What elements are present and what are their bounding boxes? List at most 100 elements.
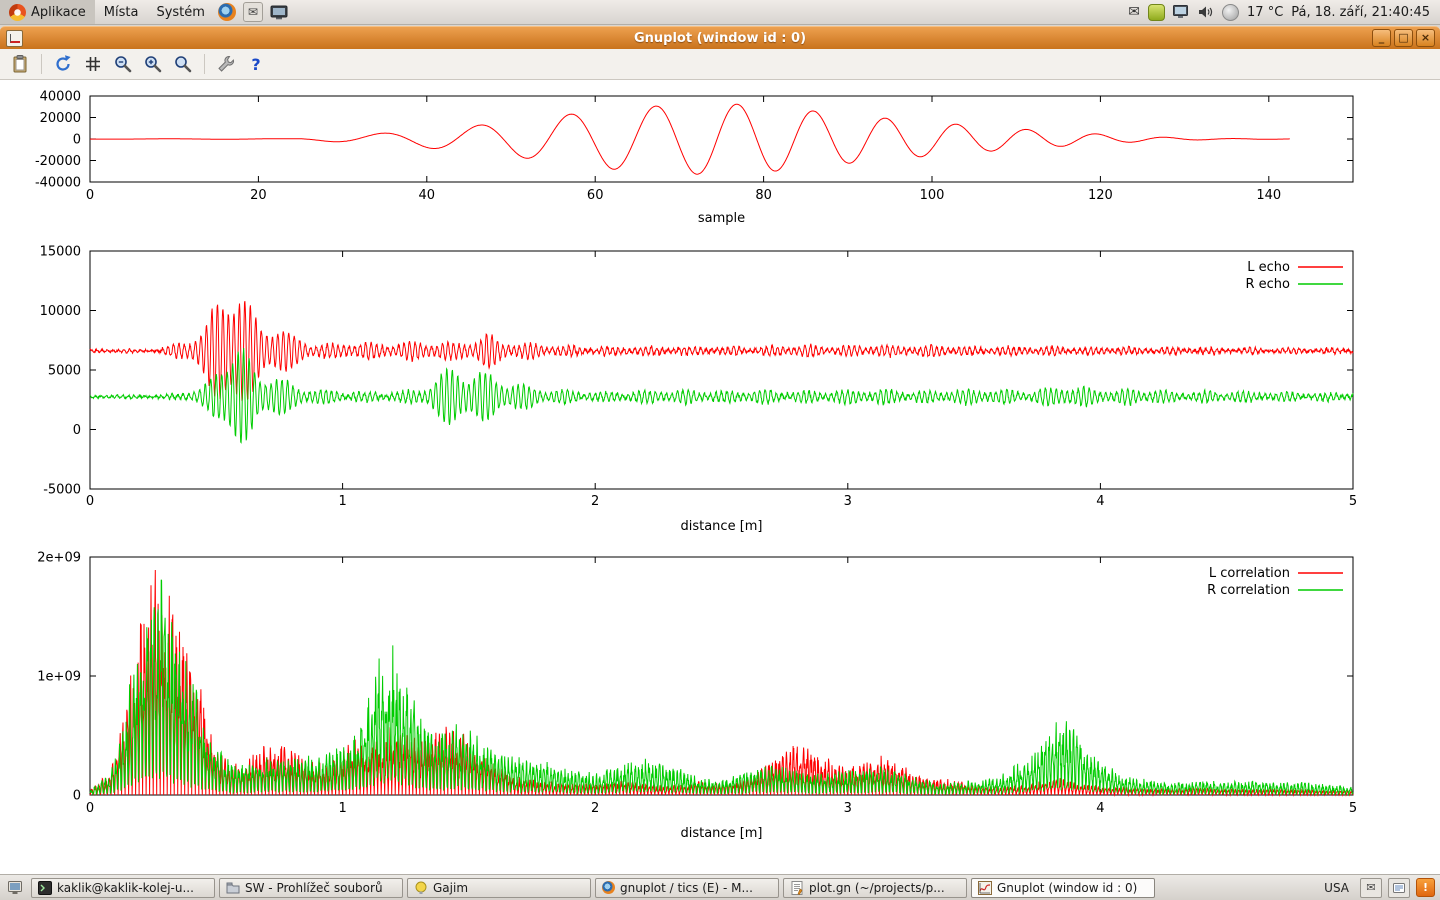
menu-system[interactable]: Systém xyxy=(147,0,213,24)
zoom-previous-button[interactable] xyxy=(109,51,137,77)
toggle-grid-button[interactable] xyxy=(79,51,107,77)
svg-text:0: 0 xyxy=(73,423,81,438)
display-icon[interactable] xyxy=(1173,5,1190,19)
screenshot-launcher[interactable] xyxy=(266,0,292,24)
svg-text:60: 60 xyxy=(587,188,604,203)
svg-text:15000: 15000 xyxy=(40,245,81,260)
toolbar-separator xyxy=(204,54,205,74)
menu-applications-label: Aplikace xyxy=(31,5,86,20)
copy-to-clipboard-button[interactable] xyxy=(6,51,34,77)
top-panel: Aplikace Místa Systém ✉ ✉ xyxy=(0,0,1440,25)
replot-button[interactable] xyxy=(49,51,77,77)
svg-text:100: 100 xyxy=(920,188,945,203)
clock[interactable]: Pá, 18. září, 21:40:45 xyxy=(1291,5,1430,20)
grid-icon xyxy=(84,55,102,73)
svg-text:0: 0 xyxy=(86,188,94,203)
svg-text:R echo: R echo xyxy=(1245,277,1290,292)
firefox-launcher[interactable] xyxy=(214,0,240,24)
svg-text:0: 0 xyxy=(73,789,81,804)
show-desktop-button[interactable] xyxy=(5,878,27,898)
chart-correlation[interactable]: 01234501e+092e+09distance [m]L correlati… xyxy=(0,549,1440,849)
svg-text:-40000: -40000 xyxy=(35,176,81,191)
terminal-icon xyxy=(38,881,52,895)
weather-icon[interactable] xyxy=(1222,4,1239,21)
window-title: Gnuplot (window id : 0) xyxy=(0,31,1440,46)
gnuplot-icon xyxy=(978,881,992,895)
svg-text:sample: sample xyxy=(698,211,745,226)
mail-icon[interactable]: ✉ xyxy=(1360,878,1382,898)
svg-text:4: 4 xyxy=(1096,801,1104,816)
taskbar-button-label: kaklik@kaklik-kolej-u... xyxy=(57,881,194,895)
taskbar-button-gnuplot[interactable]: Gnuplot (window id : 0) xyxy=(971,878,1155,898)
screenshot-tool-icon xyxy=(270,5,288,20)
zoom-next-button[interactable] xyxy=(139,51,167,77)
svg-text:L correlation: L correlation xyxy=(1209,566,1290,581)
text-editor-icon xyxy=(790,881,804,895)
menu-applications[interactable]: Aplikace xyxy=(0,0,95,24)
gajim-icon xyxy=(414,881,428,895)
help-icon: ? xyxy=(251,55,260,74)
copy-icon xyxy=(10,54,30,74)
taskbar-button-editor[interactable]: plot.gn (~/projects/p... xyxy=(783,878,967,898)
svg-text:distance [m]: distance [m] xyxy=(680,826,762,841)
svg-text:1: 1 xyxy=(338,494,346,509)
svg-text:2: 2 xyxy=(591,801,599,816)
svg-text:4: 4 xyxy=(1096,494,1104,509)
mail-icon[interactable]: ✉ xyxy=(1128,4,1140,20)
svg-text:1: 1 xyxy=(338,801,346,816)
taskbar-button-label: gnuplot / tics (E) - M... xyxy=(620,881,753,895)
taskbar-button-label: SW - Prohlížeč souborů xyxy=(245,881,383,895)
help-button[interactable]: ? xyxy=(242,51,270,77)
svg-text:0: 0 xyxy=(86,801,94,816)
configure-button[interactable] xyxy=(212,51,240,77)
svg-text:-20000: -20000 xyxy=(35,154,81,169)
maximize-button[interactable]: □ xyxy=(1394,29,1413,47)
keyboard-layout-indicator[interactable]: USA xyxy=(1319,880,1354,896)
mail-launcher[interactable]: ✉ xyxy=(240,0,266,24)
svg-text:distance [m]: distance [m] xyxy=(680,519,762,534)
svg-text:40000: 40000 xyxy=(40,90,81,105)
svg-text:10000: 10000 xyxy=(40,304,81,319)
chart-sample-waveform[interactable]: 020406080100120140-40000-200000200004000… xyxy=(0,88,1440,238)
taskbar-button-firefox[interactable]: gnuplot / tics (E) - M... xyxy=(595,878,779,898)
svg-text:80: 80 xyxy=(755,188,772,203)
menu-places[interactable]: Místa xyxy=(95,0,148,24)
taskbar-button-gajim[interactable]: Gajim xyxy=(407,878,591,898)
menu-system-label: Systém xyxy=(156,5,204,20)
svg-text:5000: 5000 xyxy=(48,364,81,379)
wrench-icon xyxy=(216,54,236,74)
input-method-glyph xyxy=(1393,883,1405,893)
gnuplot-window-titlebar[interactable]: Gnuplot (window id : 0) _ □ × xyxy=(0,26,1440,50)
desktop: Aplikace Místa Systém ✉ ✉ xyxy=(0,0,1440,900)
chart-echo[interactable]: 012345-5000050001000015000distance [m]L … xyxy=(0,243,1440,543)
svg-text:40: 40 xyxy=(419,188,436,203)
svg-text:3: 3 xyxy=(844,494,852,509)
taskbar-button-file-manager[interactable]: SW - Prohlížeč souborů xyxy=(219,878,403,898)
menu-places-label: Místa xyxy=(104,5,139,20)
svg-text:120: 120 xyxy=(1088,188,1113,203)
firefox-icon xyxy=(218,3,236,21)
taskbar-button-terminal[interactable]: kaklik@kaklik-kolej-u... xyxy=(31,878,215,898)
svg-text:0: 0 xyxy=(73,133,81,148)
update-icon[interactable] xyxy=(1148,4,1165,21)
input-method-icon[interactable] xyxy=(1388,878,1410,898)
temperature-readout[interactable]: 17 °C xyxy=(1247,5,1283,20)
replot-icon xyxy=(53,54,73,74)
toolbar-separator xyxy=(41,54,42,74)
minimize-button[interactable]: _ xyxy=(1372,29,1391,47)
close-button[interactable]: × xyxy=(1416,29,1435,47)
svg-text:5: 5 xyxy=(1349,801,1357,816)
svg-text:2e+09: 2e+09 xyxy=(37,551,81,566)
volume-icon[interactable] xyxy=(1198,5,1214,19)
autoscale-button[interactable] xyxy=(169,51,197,77)
zoom-previous-icon xyxy=(113,54,133,74)
svg-text:20000: 20000 xyxy=(40,111,81,126)
update-notifier-icon[interactable]: ! xyxy=(1416,878,1435,897)
svg-text:R correlation: R correlation xyxy=(1207,583,1290,598)
file-manager-icon xyxy=(226,881,240,895)
autoscale-icon xyxy=(173,54,193,74)
gnuplot-toolbar: ? xyxy=(0,49,1440,80)
svg-text:140: 140 xyxy=(1256,188,1281,203)
bottom-taskbar: kaklik@kaklik-kolej-u... SW - Prohlížeč … xyxy=(0,874,1440,900)
svg-text:-5000: -5000 xyxy=(43,483,81,498)
